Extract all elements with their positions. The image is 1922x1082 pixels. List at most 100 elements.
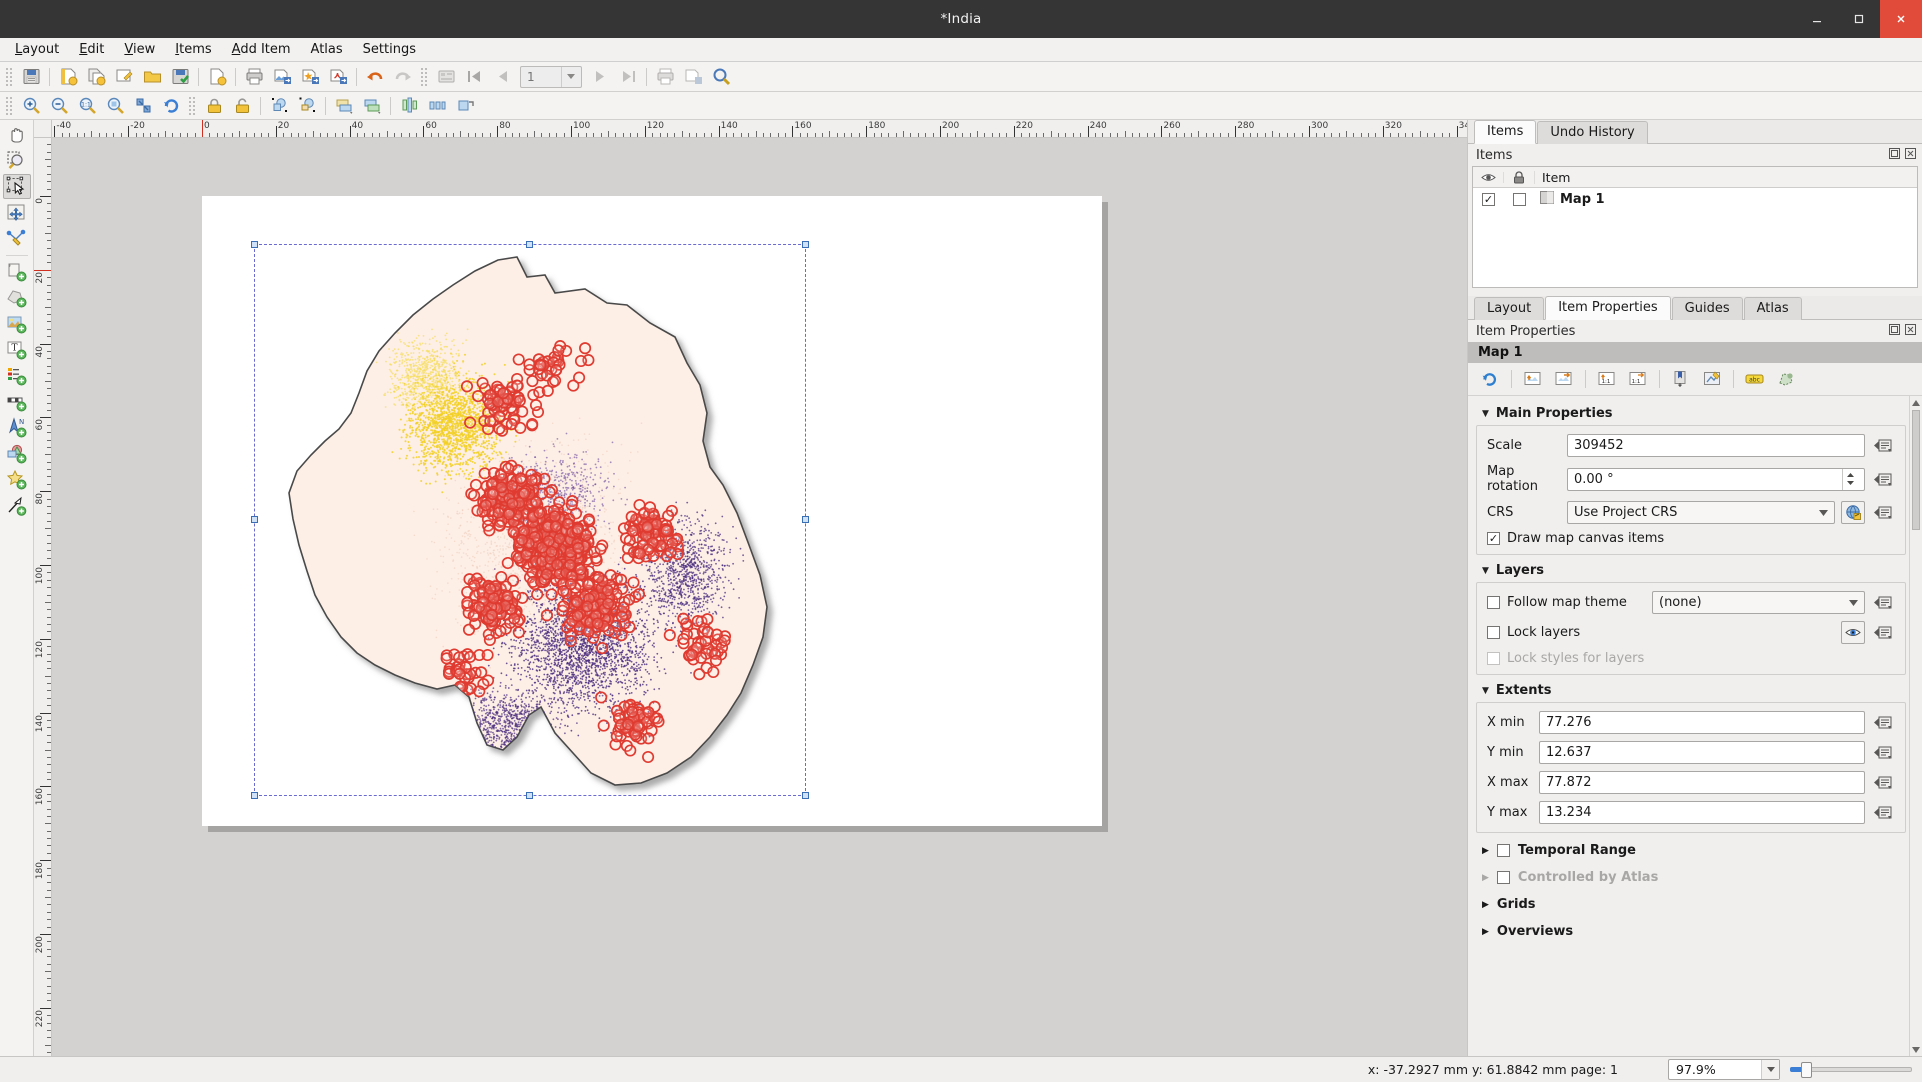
print-icon[interactable] — [241, 65, 267, 89]
menu-view[interactable]: View — [115, 39, 164, 60]
resize-items-icon[interactable] — [452, 94, 478, 118]
item-properties-scroll[interactable]: ▼ Main Properties Scale 309452 Map rotat… — [1468, 395, 1922, 1056]
resize-handle-bc[interactable] — [526, 792, 533, 799]
add-label-tool[interactable]: T — [3, 337, 31, 362]
add-3d-map-tool[interactable] — [3, 285, 31, 310]
scale-data-defined-override-icon[interactable] — [1871, 435, 1895, 457]
map-item-map-1[interactable] — [251, 241, 809, 799]
unlock-items-icon[interactable] — [229, 94, 255, 118]
maximize-button[interactable] — [1838, 0, 1880, 38]
zoom-in-icon[interactable] — [18, 94, 44, 118]
atlas-page-input-wrap[interactable] — [520, 65, 582, 88]
x-max-data-defined-override-icon[interactable] — [1871, 772, 1895, 794]
atlas-last-icon[interactable] — [615, 65, 641, 89]
toolbar-grip[interactable] — [5, 95, 14, 116]
layers-header[interactable]: ▼ Layers — [1476, 559, 1906, 582]
set-canvas-to-map-extent-icon[interactable] — [1551, 367, 1577, 391]
overviews-section[interactable]: ▶ Overviews — [1476, 918, 1906, 945]
distribute-items-icon[interactable] — [424, 94, 450, 118]
toolbar-grip[interactable] — [420, 66, 429, 87]
lock-layers-data-defined-override-icon[interactable] — [1871, 622, 1895, 644]
tab-layout[interactable]: Layout — [1474, 297, 1545, 320]
atlas-preview-icon[interactable] — [708, 65, 734, 89]
tab-items[interactable]: Items — [1474, 120, 1537, 144]
scale-input[interactable]: 309452 — [1567, 434, 1865, 457]
resize-handle-bl[interactable] — [251, 792, 258, 799]
x-max-input[interactable]: 77.872 — [1539, 771, 1865, 794]
y-max-data-defined-override-icon[interactable] — [1871, 802, 1895, 824]
add-marker-tool[interactable] — [3, 467, 31, 492]
group-items-icon[interactable] — [266, 94, 292, 118]
draw-map-canvas-items-checkbox[interactable]: ✓ — [1487, 532, 1500, 545]
zoom-slider[interactable] — [1790, 1061, 1912, 1079]
atlas-settings-icon[interactable] — [433, 65, 459, 89]
toolbar-grip[interactable] — [188, 95, 197, 116]
scrollbar-thumb[interactable] — [1912, 410, 1920, 530]
scroll-down-arrow[interactable] — [1910, 1043, 1922, 1056]
set-map-to-canvas-extent-icon[interactable] — [1520, 367, 1546, 391]
add-picture-tool[interactable] — [3, 311, 31, 336]
menu-atlas[interactable]: Atlas — [302, 39, 352, 60]
vertical-ruler[interactable]: 0 20 40 60 80 100 120 140 160 180 200 220 — [34, 138, 52, 1056]
extents-header[interactable]: ▼ Extents — [1476, 679, 1906, 702]
atlas-page-dropdown-arrow[interactable] — [561, 66, 579, 87]
resize-handle-ml[interactable] — [251, 516, 258, 523]
export-pdf-icon[interactable] — [325, 65, 351, 89]
raise-items-icon[interactable] — [331, 94, 357, 118]
map-theme-select[interactable]: (none) — [1652, 591, 1865, 614]
resize-handle-tc[interactable] — [526, 241, 533, 248]
new-layout-icon[interactable] — [55, 65, 81, 89]
crs-data-defined-override-icon[interactable] — [1871, 502, 1895, 524]
item-label-cell[interactable]: Map 1 — [1535, 190, 1605, 208]
clipping-icon[interactable] — [1773, 367, 1799, 391]
properties-scrollbar[interactable] — [1909, 396, 1922, 1056]
map-rotation-data-defined-override-icon[interactable] — [1871, 468, 1895, 490]
add-shape-tool[interactable] — [3, 441, 31, 466]
tab-undo-history[interactable]: Undo History — [1537, 121, 1648, 144]
zoom-level-combo[interactable]: 97.9% — [1668, 1059, 1780, 1080]
duplicate-layout-icon[interactable] — [83, 65, 109, 89]
edit-nodes-tool[interactable] — [3, 226, 31, 251]
add-north-arrow-tool[interactable]: N — [3, 415, 31, 440]
align-items-icon[interactable] — [396, 94, 422, 118]
layout-canvas[interactable] — [52, 138, 1467, 1056]
horizontal-ruler[interactable]: -40 -20 0 20 40 60 80 100 120 140 160 180 200 220 240 2… — [52, 120, 1467, 138]
zoom-to-selection-icon[interactable] — [130, 94, 156, 118]
lock-layers-checkbox[interactable] — [1487, 626, 1500, 639]
resize-handle-br[interactable] — [802, 792, 809, 799]
main-properties-header[interactable]: ▼ Main Properties — [1476, 402, 1906, 425]
table-row[interactable]: ✓ Map 1 — [1473, 188, 1917, 210]
map-rotation-spinner[interactable] — [1842, 468, 1858, 490]
temporal-range-section[interactable]: ▶ Temporal Range — [1476, 837, 1906, 864]
add-legend-tool[interactable] — [3, 363, 31, 388]
ungroup-items-icon[interactable] — [294, 94, 320, 118]
float-panel-icon[interactable] — [1889, 323, 1900, 339]
atlas-next-icon[interactable] — [587, 65, 613, 89]
save-layout-icon[interactable] — [18, 65, 44, 89]
zoom-out-icon[interactable] — [46, 94, 72, 118]
temporal-range-checkbox[interactable] — [1496, 844, 1510, 857]
select-move-item-tool[interactable] — [2, 174, 31, 199]
crs-select[interactable]: Use Project CRS — [1567, 501, 1835, 524]
float-panel-icon[interactable] — [1889, 147, 1900, 163]
map-rotation-input[interactable]: 0.00 ° — [1567, 467, 1865, 491]
add-map-tool[interactable] — [3, 259, 31, 284]
x-min-input[interactable]: 77.276 — [1539, 711, 1865, 734]
menu-items[interactable]: Items — [166, 39, 220, 60]
menu-add-item[interactable]: Add Item — [223, 39, 300, 60]
bookmark-icon[interactable] — [1668, 367, 1694, 391]
set-map-scale-to-canvas-icon[interactable]: 1:1 — [1594, 367, 1620, 391]
zoom-actual-size-icon[interactable]: 1:1 — [74, 94, 100, 118]
redo-icon[interactable] — [390, 65, 416, 89]
layout-manager-icon[interactable] — [111, 65, 137, 89]
x-min-data-defined-override-icon[interactable] — [1871, 712, 1895, 734]
follow-map-theme-checkbox[interactable] — [1487, 596, 1500, 609]
set-layers-from-canvas-button[interactable] — [1841, 621, 1865, 644]
zoom-slider-knob[interactable] — [1801, 1061, 1812, 1078]
open-layout-icon[interactable] — [139, 65, 165, 89]
refresh-map-icon[interactable] — [1477, 367, 1503, 391]
close-panel-icon[interactable] — [1905, 323, 1916, 339]
draw-map-canvas-items-row[interactable]: ✓ Draw map canvas items — [1487, 531, 1895, 546]
move-item-content-tool[interactable] — [3, 200, 31, 225]
pan-layout-tool[interactable] — [3, 122, 31, 147]
